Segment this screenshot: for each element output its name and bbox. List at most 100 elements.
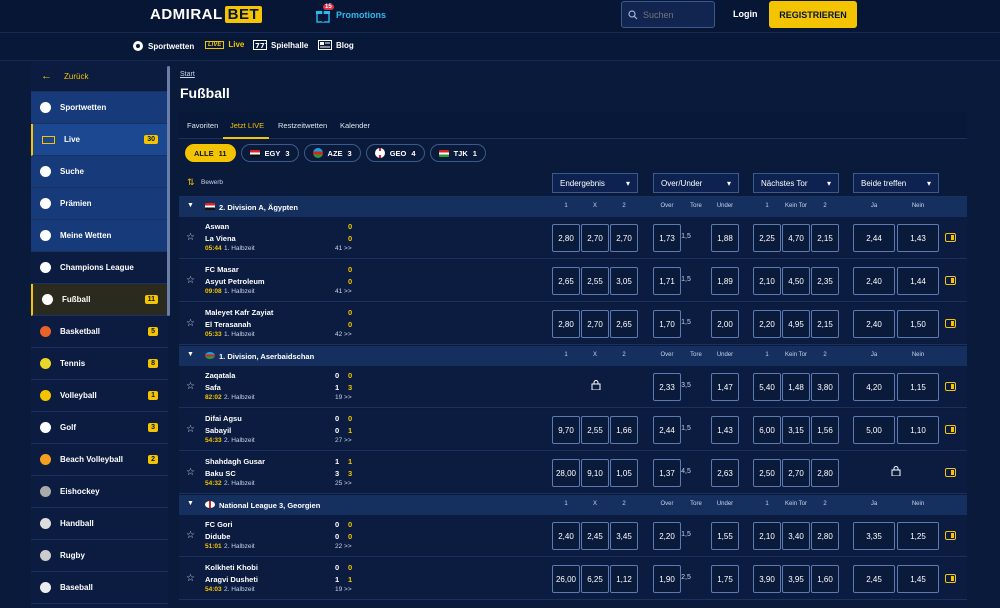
chip-all[interactable]: ALLE 11 [185,144,236,162]
more-markets-link[interactable]: 41 >> [335,288,352,295]
odds-button[interactable]: 1,48 [782,373,810,401]
odds-button[interactable]: 1,56 [811,416,839,444]
odds-button[interactable]: 2,40 [853,267,895,295]
collapse-caret-icon[interactable]: ▼ [187,202,194,209]
odds-button[interactable]: 2,80 [811,459,839,487]
back-button[interactable]: ← Zurück [31,61,168,92]
sidebar-item-prämien[interactable]: Prämien [31,188,168,220]
odds-button[interactable]: 1,47 [711,373,739,401]
sidebar-item-fußball[interactable]: Fußball 11 [31,284,168,316]
odds-button[interactable]: 2,44 [853,224,895,252]
more-markets-link[interactable]: 19 >> [335,586,352,593]
odds-button[interactable]: 1,60 [811,565,839,593]
odds-button[interactable]: 4,50 [782,267,810,295]
odds-button[interactable]: 5,00 [853,416,895,444]
favorite-star-icon[interactable]: ☆ [186,381,195,392]
admiralbet-logo[interactable]: ADMIRAL BET [150,6,263,23]
sidebar-item-meine-wetten[interactable]: Meine Wetten [31,220,168,252]
odds-button[interactable]: 1,45 [897,565,939,593]
odds-button[interactable]: 2,70 [581,310,609,338]
sidebar-item-baseball[interactable]: Baseball [31,572,168,604]
favorite-star-icon[interactable]: ☆ [186,424,195,435]
odds-button[interactable]: 2,25 [753,224,781,252]
odds-button[interactable]: 2,45 [581,522,609,550]
odds-button[interactable]: 2,65 [610,310,638,338]
odds-button[interactable]: 2,10 [753,522,781,550]
stats-icon[interactable] [945,276,956,285]
odds-button[interactable]: 2,10 [753,267,781,295]
odds-button[interactable]: 3,05 [610,267,638,295]
chip-egy[interactable]: EGY 3 [240,144,299,162]
favorite-star-icon[interactable]: ☆ [186,530,195,541]
tab-restzeitwetten[interactable]: Restzeitwetten [278,121,327,130]
odds-button[interactable]: 6,00 [753,416,781,444]
sidebar-item-basketball[interactable]: Basketball 5 [31,316,168,348]
odds-button[interactable]: 26,00 [552,565,580,593]
odds-button[interactable]: 2,50 [753,459,781,487]
promotions-link[interactable]: 15 Promotions [315,4,386,23]
chip-geo[interactable]: GEO 4 [365,144,425,162]
search-input[interactable] [643,9,703,20]
search-box[interactable] [621,1,715,28]
odds-button[interactable]: 1,43 [711,416,739,444]
odds-button[interactable]: 2,15 [811,224,839,252]
odds-button[interactable]: 1,89 [711,267,739,295]
more-markets-link[interactable]: 27 >> [335,437,352,444]
odds-button[interactable]: 6,25 [581,565,609,593]
odds-button[interactable]: 1,15 [897,373,939,401]
market-select-naechstes-tor[interactable]: Nächstes Tor ▾ [753,173,839,193]
league-header[interactable]: ▼ 1. Division, Aserbaidschan 1 X 2 Over Tore Un… [179,346,967,366]
odds-button[interactable]: 2,35 [811,267,839,295]
odds-button[interactable]: 9,10 [581,459,609,487]
odds-button[interactable]: 2,55 [581,267,609,295]
nav-spielhalle[interactable]: 777 Spielhalle [253,40,308,50]
odds-button[interactable]: 4,70 [782,224,810,252]
sidebar-item-golf[interactable]: Golf 3 [31,412,168,444]
odds-button[interactable]: 1,75 [711,565,739,593]
collapse-caret-icon[interactable]: ▼ [187,500,194,507]
odds-button[interactable]: 1,25 [897,522,939,550]
register-button[interactable]: REGISTRIEREN [769,1,857,28]
market-select-endergebnis[interactable]: Endergebnis ▾ [552,173,638,193]
league-header[interactable]: ▼ 2. Division A, Ägypten 1 X 2 Over Tore Under 1… [179,197,967,217]
odds-button[interactable]: 2,65 [552,267,580,295]
more-markets-link[interactable]: 42 >> [335,331,352,338]
market-select-beide-treffen[interactable]: Beide treffen ▾ [853,173,939,193]
odds-button[interactable]: 1,50 [897,310,939,338]
chip-aze[interactable]: AZE 3 [303,144,361,162]
login-button[interactable]: Login [733,9,758,19]
more-markets-link[interactable]: 22 >> [335,543,352,550]
odds-button[interactable]: 3,40 [782,522,810,550]
odds-button[interactable]: 1,55 [711,522,739,550]
odds-button[interactable]: 2,40 [552,522,580,550]
odds-button[interactable]: 2,55 [581,416,609,444]
odds-button[interactable]: 3,15 [782,416,810,444]
nav-blog[interactable]: Blog [318,40,354,50]
sidebar-item-beach-volleyball[interactable]: Beach Volleyball 2 [31,444,168,476]
odds-button[interactable]: 5,40 [753,373,781,401]
stats-icon[interactable] [945,468,956,477]
odds-button[interactable]: 2,45 [853,565,895,593]
odds-button[interactable]: 2,00 [711,310,739,338]
stats-icon[interactable] [945,425,956,434]
odds-button[interactable]: 3,35 [853,522,895,550]
odds-button[interactable]: 2,80 [552,310,580,338]
odds-button[interactable]: 1,66 [610,416,638,444]
odds-button[interactable]: 1,10 [897,416,939,444]
odds-button[interactable]: 4,20 [853,373,895,401]
favorite-star-icon[interactable]: ☆ [186,467,195,478]
odds-button[interactable]: 2,70 [610,224,638,252]
breadcrumb[interactable]: Start [180,71,195,78]
odds-button[interactable]: 2,70 [782,459,810,487]
odds-button[interactable]: 2,40 [853,310,895,338]
collapse-caret-icon[interactable]: ▼ [187,351,194,358]
sidebar-item-sportwetten[interactable]: Sportwetten [31,92,168,124]
odds-button[interactable]: 3,95 [782,565,810,593]
odds-button[interactable]: 1,05 [610,459,638,487]
odds-button[interactable]: 3,45 [610,522,638,550]
stats-icon[interactable] [945,382,956,391]
odds-button[interactable]: 2,63 [711,459,739,487]
tab-jetzt-live[interactable]: Jetzt LIVE [230,121,264,130]
nav-live[interactable]: LIVE Live [205,40,244,49]
stats-icon[interactable] [945,531,956,540]
